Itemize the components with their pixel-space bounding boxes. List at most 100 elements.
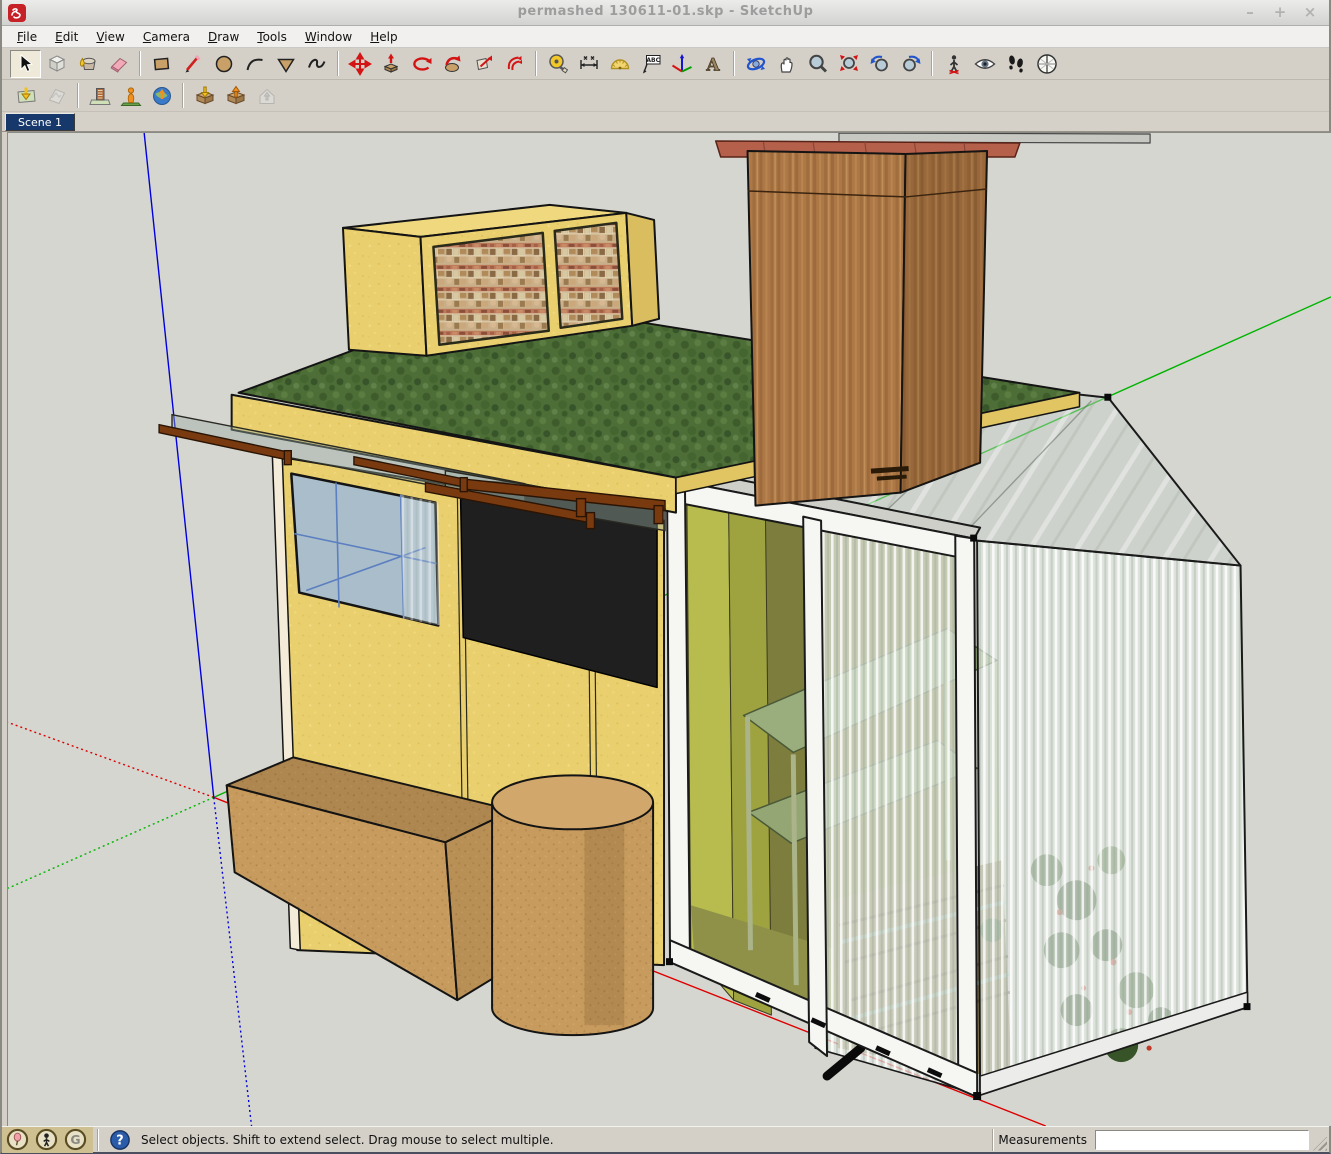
offset-tool-button[interactable] (499, 50, 530, 78)
sketchup-window: permashed 130611-01.skp - SketchUp – + ×… (0, 0, 1331, 1154)
menu-help[interactable]: Help (361, 28, 406, 46)
measurements-input[interactable] (1095, 1130, 1309, 1150)
text-tool-button[interactable]: ABC (635, 50, 666, 78)
section-plane-tool-button[interactable] (1031, 50, 1062, 78)
zoom-tool-button[interactable] (802, 50, 833, 78)
toolbar-separator (931, 51, 933, 76)
axes-tool-button[interactable] (666, 50, 697, 78)
close-button[interactable]: × (1301, 2, 1319, 22)
menu-camera[interactable]: Camera (134, 28, 199, 46)
zoom-next-icon (899, 52, 923, 76)
position-camera-tool-button[interactable] (938, 50, 969, 78)
zoom-icon (806, 52, 830, 76)
position-camera-icon (942, 52, 966, 76)
paint-bucket-tool-button[interactable] (72, 50, 103, 78)
menu-file[interactable]: File (8, 28, 46, 46)
eraser-icon (107, 52, 131, 76)
resize-grip[interactable] (1313, 1137, 1327, 1151)
greenhouse-model[interactable] (663, 369, 1250, 1100)
zoom-previous-icon (868, 52, 892, 76)
toolbar-separator (733, 51, 735, 76)
toggle-terrain-tool-button[interactable] (41, 82, 72, 110)
svg-text:ABC: ABC (646, 57, 660, 64)
walk-icon (1004, 52, 1028, 76)
zoom-next-tool-button[interactable] (895, 50, 926, 78)
svg-text:G: G (70, 1132, 80, 1147)
3d-text-tool-button[interactable]: A (697, 50, 728, 78)
axes-icon (670, 52, 694, 76)
preview-in-google-earth-tool-button[interactable] (146, 82, 177, 110)
svg-text:?: ? (116, 1133, 123, 1148)
greenhouse-door[interactable] (810, 523, 962, 1090)
tape-measure-tool-button[interactable] (542, 50, 573, 78)
arc-icon (243, 52, 267, 76)
offset-icon (503, 52, 527, 76)
share-model-icon (224, 84, 248, 108)
menu-tools[interactable]: Tools (248, 28, 296, 46)
pan-tool-button[interactable] (771, 50, 802, 78)
zoom-previous-tool-button[interactable] (864, 50, 895, 78)
protractor-tool-button[interactable] (604, 50, 635, 78)
share-component-tool-button[interactable] (251, 82, 282, 110)
rectangle-icon (150, 52, 174, 76)
menu-window[interactable]: Window (296, 28, 361, 46)
walk-tool-button[interactable] (1000, 50, 1031, 78)
push-pull-tool-button[interactable] (375, 50, 406, 78)
add-location-tool-button[interactable] (10, 82, 41, 110)
statusbar-separator (97, 1129, 99, 1151)
geo-location-status-icon[interactable] (6, 1128, 29, 1151)
look-around-tool-button[interactable] (969, 50, 1000, 78)
rotate-icon (410, 52, 434, 76)
zoom-window-tool-button[interactable] (833, 50, 864, 78)
minimize-button[interactable]: – (1241, 2, 1259, 22)
model-viewport[interactable] (7, 132, 1331, 1126)
tape-measure-icon (546, 52, 570, 76)
protractor-icon (608, 52, 632, 76)
svg-text:A: A (705, 55, 720, 75)
menu-edit[interactable]: Edit (46, 28, 87, 46)
dimensions-tool-button[interactable] (573, 50, 604, 78)
greenhouse-right-wall[interactable] (977, 541, 1247, 1095)
move-tool-button[interactable] (344, 50, 375, 78)
menu-bar: FileEditViewCameraDrawToolsWindowHelp (2, 26, 1329, 48)
freehand-tool-button[interactable] (301, 50, 332, 78)
rectangle-tool-button[interactable] (146, 50, 177, 78)
window-title: permashed 130611-01.skp - SketchUp (2, 4, 1329, 19)
circle-tool-button[interactable] (208, 50, 239, 78)
toolbar-separator (139, 51, 141, 76)
menu-view[interactable]: View (87, 28, 133, 46)
help-icon[interactable]: ? (109, 1129, 131, 1151)
share-model-tool-button[interactable] (220, 82, 251, 110)
make-component-tool-button[interactable] (41, 50, 72, 78)
insect-panel (555, 223, 623, 328)
polygon-icon (274, 52, 298, 76)
push-pull-icon (379, 52, 403, 76)
preview-in-google-earth-icon (150, 84, 174, 108)
google-account-status-icon[interactable]: G (64, 1128, 87, 1151)
maximize-button[interactable]: + (1271, 2, 1289, 22)
scale-icon (472, 52, 496, 76)
scene-tab-scene-1[interactable]: Scene 1 (5, 113, 75, 131)
toggle-terrain-icon (45, 84, 69, 108)
building-maker-tool-button[interactable] (115, 82, 146, 110)
eraser-tool-button[interactable] (103, 50, 134, 78)
menu-draw[interactable]: Draw (199, 28, 248, 46)
straw-barrel[interactable] (492, 775, 653, 1035)
line-tool-button[interactable] (177, 50, 208, 78)
rotate-tool-button[interactable] (406, 50, 437, 78)
get-models-tool-button[interactable] (189, 82, 220, 110)
freehand-icon (305, 52, 329, 76)
follow-me-tool-button[interactable] (437, 50, 468, 78)
select-tool-button[interactable] (10, 50, 41, 78)
claim-credit-status-icon[interactable] (35, 1128, 58, 1151)
building-maker-icon (119, 84, 143, 108)
dimensions-icon (577, 52, 601, 76)
polygon-tool-button[interactable] (270, 50, 301, 78)
scale-tool-button[interactable] (468, 50, 499, 78)
photo-textures-tool-button[interactable] (84, 82, 115, 110)
orbit-tool-button[interactable] (740, 50, 771, 78)
google-toolbar (2, 80, 1329, 112)
arc-tool-button[interactable] (239, 50, 270, 78)
toolbar-separator (535, 51, 537, 76)
scene-tab-bar: Scene 1 (2, 112, 1329, 132)
